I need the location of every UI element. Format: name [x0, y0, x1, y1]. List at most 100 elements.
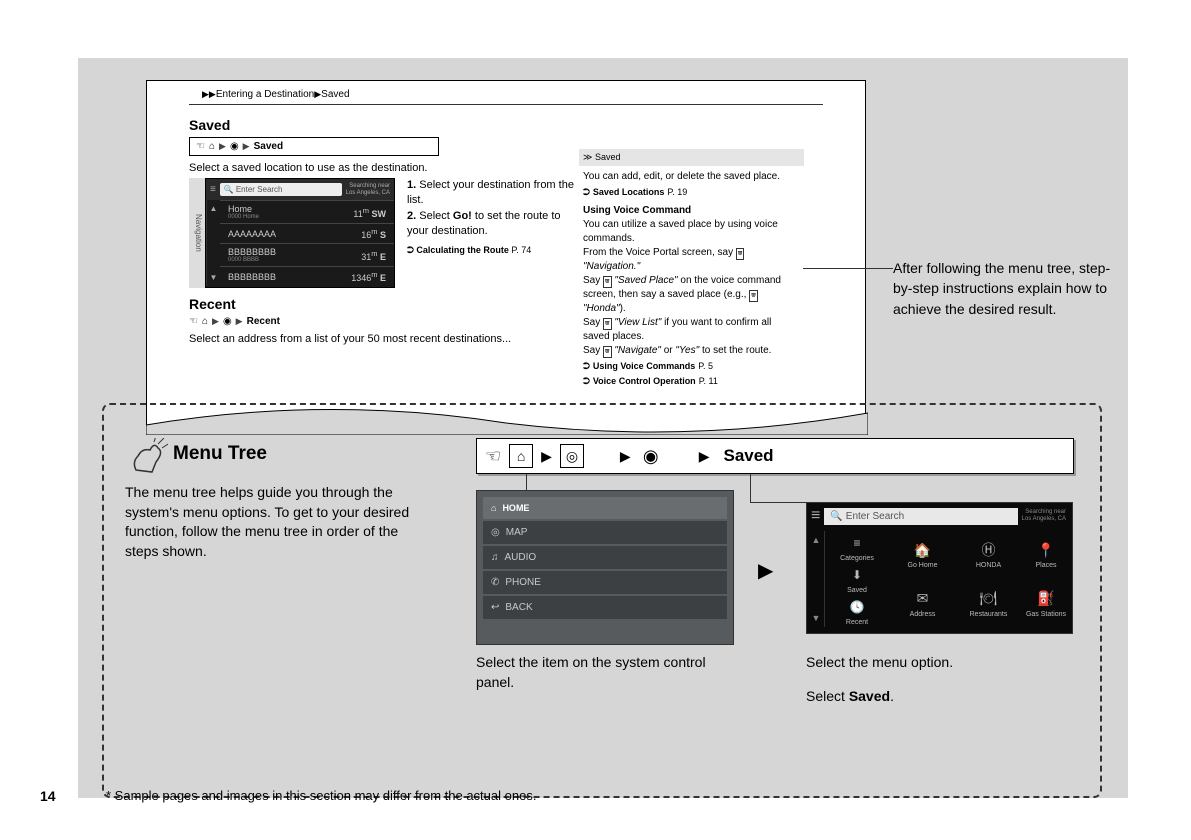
places-icon: 📍	[1036, 540, 1056, 560]
excerpt-box: ▶▶Entering a Destination▶Saved Saved ☜ ⌂…	[146, 80, 866, 435]
ref-link: ⮊ Saved Locations P. 19	[583, 186, 800, 199]
sidebar-subhead: Using Voice Command	[583, 204, 800, 218]
menu-tree-bar: ☜ ⌂ ▶ ◎ ▶ ◉ ▶ Saved	[476, 438, 1074, 474]
connector-line	[750, 474, 751, 502]
voice-icon: ⩐	[749, 290, 758, 302]
triangle-icon: ▶	[758, 558, 773, 583]
connector-line	[750, 502, 806, 503]
menu-tree-desc: The menu tree helps guide you through th…	[125, 483, 415, 561]
device-screen-saved: ≡ 🔍 Enter Search Searching near Los Ange…	[205, 178, 395, 288]
breadcrumb-arrows: ▶▶	[202, 89, 216, 99]
search-circle-icon: ◉	[639, 446, 663, 467]
scroll-column: ▲▼	[206, 200, 220, 286]
search-placeholder: Enter Search	[236, 185, 283, 194]
callout-line	[803, 268, 893, 269]
step-text: Select your destination from the list.	[407, 179, 574, 206]
caption-nav: Select the menu option. Select Saved.	[806, 653, 1036, 706]
gas-icon: ⛽	[1036, 589, 1056, 609]
connector-line	[526, 474, 527, 490]
list-item: AAAAAAAA16m S	[220, 223, 394, 243]
sidebar-text: Say ⩐ "Navigate" or "Yes" to set the rou…	[583, 344, 800, 358]
nav-cell: ✉Address	[890, 580, 955, 628]
search-field: 🔍Enter Search	[824, 508, 1017, 525]
gray-background: ▶▶Entering a Destination▶Saved Saved ☜ ⌂…	[78, 58, 1128, 798]
nav-cell: 📍Places	[1022, 531, 1070, 579]
footnote: * Sample pages and images in this sectio…	[106, 788, 536, 803]
instructions: 1. Select your destination from the list…	[407, 178, 577, 288]
triangle-icon: ▶	[699, 448, 710, 465]
home-icon: ⌂	[491, 503, 496, 513]
voice-icon: ⩐	[603, 318, 612, 330]
address-icon: ✉	[913, 589, 933, 609]
nav-sidebar-label: Navigation	[189, 178, 205, 288]
sidebar-text: Say ⩐ "View List" if you want to confirm…	[583, 316, 800, 344]
hand-icon: ☜	[485, 446, 501, 467]
nav-cell: 🍽Restaurants	[956, 580, 1021, 628]
info-icon: ≫	[583, 152, 592, 162]
caption-panel: Select the item on the system control pa…	[476, 653, 706, 692]
audio-icon: ♫	[491, 552, 499, 563]
panel-row: ↩BACK	[483, 596, 727, 619]
restaurants-icon: 🍽	[979, 589, 999, 609]
search-location: Searching near Los Angeles, CA	[346, 183, 390, 196]
search-field: 🔍 Enter Search	[220, 183, 342, 196]
triangle-icon: ▶	[541, 448, 552, 465]
callout-text: After following the menu tree, step-by-s…	[893, 258, 1113, 319]
panel-row: ◎MAP	[483, 521, 727, 544]
link-icon: ⮊	[583, 375, 590, 388]
page-number: 14	[40, 788, 56, 804]
honda-icon: Ⓗ	[979, 540, 999, 560]
menu-path-box: ☜ ⌂ ▶ ◉ ▶ Saved	[189, 137, 439, 156]
link-icon: ⮊	[583, 360, 590, 373]
ref-link: ⮊ Using Voice Commands P. 5	[583, 360, 800, 373]
go-home-icon: 🏠	[913, 540, 933, 560]
sidebar-header: ≫ Saved	[579, 149, 804, 166]
bar-label: Saved	[723, 446, 773, 466]
list-item: BBBBBBBB0000 BBBB31m E	[220, 243, 394, 266]
nav-cell: 🏠Go Home	[890, 531, 955, 579]
voice-icon: ⩐	[603, 276, 612, 288]
triangle-icon: ▶	[212, 316, 219, 327]
triangle-icon: ▶	[236, 316, 243, 327]
menu-tree-title: Menu Tree	[173, 443, 267, 465]
step-number: 2.	[407, 210, 416, 222]
nav-circle-icon: ◉	[230, 141, 239, 152]
link-icon: ⮊	[407, 245, 414, 255]
nav-cell: ⒽHONDA	[956, 531, 1021, 579]
scroll-column: ▲▼	[809, 531, 823, 627]
hand-icon: ☜	[196, 141, 205, 152]
divider	[189, 104, 823, 105]
categories-icon: ≡	[847, 533, 867, 553]
panel-row: ⌂HOME	[483, 497, 727, 519]
recent-icon: 🕓	[847, 597, 867, 617]
search-icon: 🔍	[224, 185, 234, 194]
nav-cell: ⬇Saved	[824, 563, 889, 595]
saved-icon: ⬇	[847, 565, 867, 585]
sidebar-text: From the Voice Portal screen, say ⩐ "Nav…	[583, 246, 800, 274]
menu-icon: ≡	[210, 184, 216, 195]
sidebar-text: You can utilize a saved place by using v…	[583, 218, 800, 246]
ref-link: ⮊ Calculating the Route P. 74	[407, 244, 577, 257]
home-button-icon: ⌂	[509, 444, 533, 468]
nav-cell: ≡Categories	[824, 531, 889, 563]
path-label: Saved	[254, 141, 283, 152]
map-icon: ◎	[491, 527, 500, 538]
breadcrumb-part1: Entering a Destination	[216, 89, 314, 100]
phone-icon: ✆	[491, 577, 499, 588]
nav-button-icon: ◎	[560, 444, 584, 468]
link-icon: ⮊	[583, 186, 590, 199]
panel-row: ♫AUDIO	[483, 546, 727, 569]
home-circled-icon: ⌂	[209, 141, 215, 152]
ref-link: ⮊ Voice Control Operation P. 11	[583, 375, 800, 388]
home-circled-icon: ⌂	[202, 316, 208, 327]
saved-heading: Saved	[189, 117, 865, 133]
search-location: Searching nearLos Angeles, CA	[1022, 509, 1068, 522]
triangle-icon: ▶	[243, 141, 250, 152]
nav-menu-screen: ≡ 🔍Enter Search Searching nearLos Angele…	[806, 502, 1073, 634]
list-item: Home0000 Home11m SW	[220, 200, 394, 223]
menu-icon: ≡	[811, 507, 820, 525]
list-item: BBBBBBBB1346m E	[220, 266, 394, 286]
hand-icon: ☜	[189, 316, 198, 327]
triangle-icon: ▶	[219, 141, 226, 152]
nav-cell: ⛽Gas Stations	[1022, 580, 1070, 628]
